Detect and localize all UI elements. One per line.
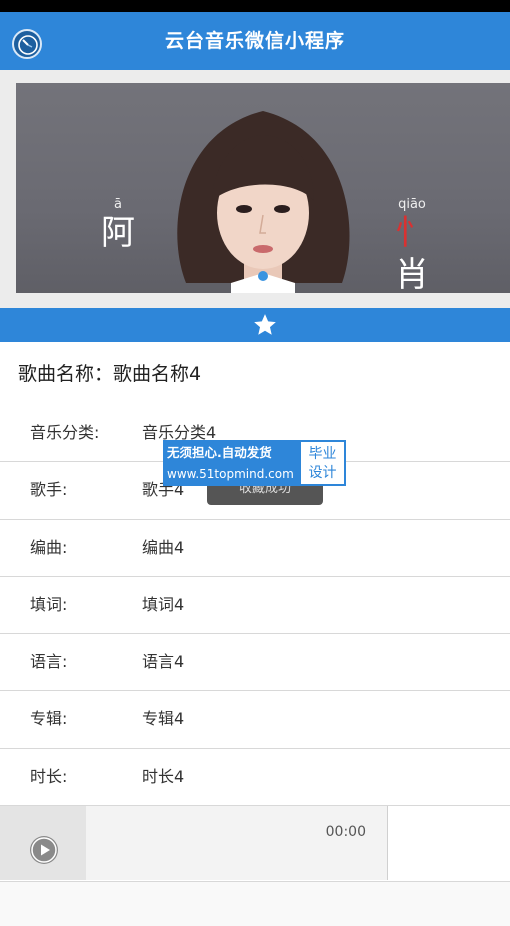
- play-button[interactable]: [30, 836, 58, 864]
- detail-label: 音乐分类:: [30, 423, 100, 442]
- caption-right: qiāo 忄肖: [395, 197, 429, 293]
- detail-label: 编曲:: [30, 537, 68, 557]
- detail-row-duration: 时长: 时长4: [0, 748, 510, 807]
- page-title: 云台音乐微信小程序: [164, 30, 345, 52]
- watermark-overlay: 无须担心.自动发货 www.51topmind.com 毕业 设计: [163, 440, 346, 486]
- play-icon: [31, 837, 57, 863]
- detail-row-lyricist: 填词: 填词4: [0, 576, 510, 635]
- player-time: 00:00: [325, 824, 366, 840]
- watermark-badge-line1: 毕业: [308, 446, 337, 462]
- detail-value: 专辑4: [142, 709, 185, 729]
- detail-row-album: 专辑: 专辑4: [0, 691, 510, 749]
- back-clock-icon[interactable]: [12, 29, 42, 59]
- portrait-image: [177, 111, 350, 293]
- detail-row-arranger: 编曲: 编曲4: [0, 519, 510, 577]
- watermark-line2: www.51topmind.com: [167, 467, 294, 481]
- detail-value: 时长4: [142, 766, 185, 786]
- detail-label: 语言:: [30, 652, 68, 672]
- watermark-line1: 无须担心.自动发货: [167, 445, 272, 460]
- star-icon: [254, 314, 276, 335]
- detail-row-language: 语言: 语言4: [0, 634, 510, 692]
- banner-carousel[interactable]: ā 阿 qiāo 忄肖: [0, 70, 510, 308]
- detail-label: 填词:: [30, 594, 68, 614]
- song-title: 歌曲名称：歌曲名称4: [0, 342, 510, 406]
- banner-image[interactable]: ā 阿 qiāo 忄肖: [16, 83, 510, 293]
- audio-player: 00:00: [0, 806, 510, 882]
- detail-label: 歌手:: [30, 480, 68, 500]
- detail-value: 语言4: [142, 652, 185, 672]
- bottom-area: [0, 882, 510, 926]
- watermark-badge-line2: 设计: [308, 465, 337, 481]
- status-bar: [0, 0, 510, 12]
- caption-left: ā 阿: [101, 197, 135, 253]
- player-control-area: [0, 806, 86, 880]
- carousel-indicator-dot[interactable]: [258, 271, 268, 281]
- detail-label: 时长:: [30, 766, 68, 786]
- detail-value: 编曲4: [142, 537, 185, 557]
- nav-bar: 云台音乐微信小程序: [0, 12, 510, 70]
- favorite-button[interactable]: [0, 308, 510, 342]
- detail-label: 专辑:: [30, 709, 68, 729]
- player-info: 00:00: [86, 806, 388, 880]
- detail-value: 填词4: [142, 594, 185, 614]
